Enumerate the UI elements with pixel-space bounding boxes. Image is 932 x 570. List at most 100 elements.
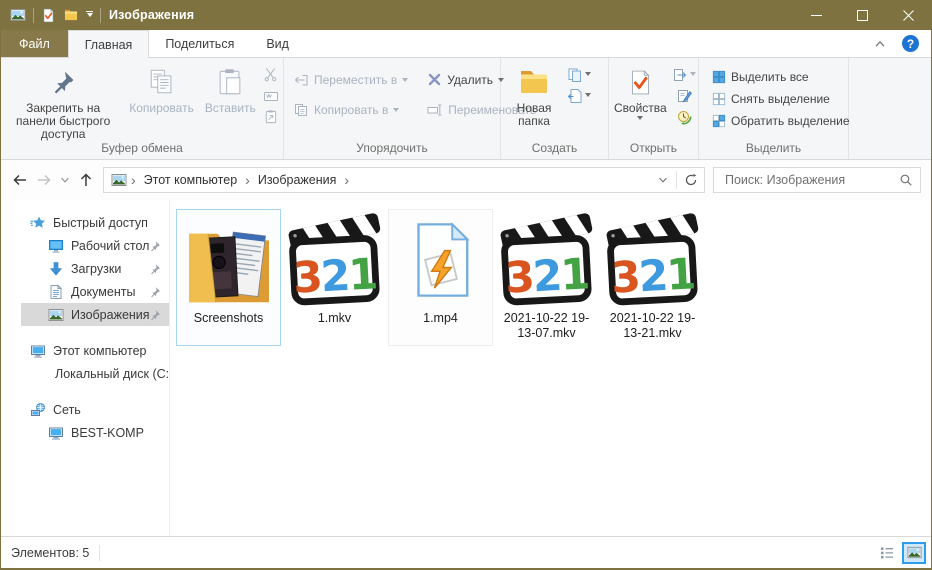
sidebar-item-desktop[interactable]: Рабочий стол bbox=[21, 234, 169, 257]
media-player-classic-icon bbox=[286, 211, 383, 308]
title-bar: Изображения bbox=[1, 0, 931, 30]
view-switcher bbox=[875, 542, 926, 564]
maximize-icon bbox=[857, 10, 868, 21]
maximize-button[interactable] bbox=[839, 0, 885, 30]
new-item-button[interactable] bbox=[565, 66, 593, 83]
breadcrumb-pictures[interactable]: Изображения bbox=[252, 168, 343, 192]
rename-icon bbox=[427, 102, 443, 118]
pictures-icon bbox=[48, 307, 64, 323]
edit-button[interactable] bbox=[670, 87, 698, 104]
refresh-button[interactable] bbox=[677, 168, 704, 192]
ribbon-tools: ? bbox=[873, 30, 931, 57]
chevron-down-icon bbox=[59, 174, 71, 186]
copy-to-button[interactable]: Копировать в bbox=[288, 100, 413, 119]
file-tile-2021-10-22-19-13-21-mkv[interactable]: 2021-10-22 19-13-21.mkv bbox=[600, 209, 705, 346]
divider bbox=[99, 545, 100, 561]
breadcrumb-this-pc[interactable]: Этот компьютер bbox=[138, 168, 243, 192]
search-input[interactable] bbox=[723, 172, 899, 188]
breadcrumb-separator: › bbox=[342, 173, 351, 187]
group-label-organize: Упорядочить bbox=[284, 141, 500, 159]
media-player-classic-icon bbox=[604, 211, 701, 308]
tab-share[interactable]: Поделиться bbox=[149, 30, 250, 57]
qat-new-folder-icon[interactable] bbox=[63, 8, 79, 22]
group-label-select: Выделить bbox=[699, 141, 848, 159]
address-bar[interactable]: › Этот компьютер › Изображения › bbox=[103, 167, 705, 193]
sidebar-item-documents[interactable]: Документы bbox=[21, 280, 169, 303]
sidebar-item-pictures[interactable]: Изображения bbox=[21, 303, 169, 326]
collapse-ribbon-icon[interactable] bbox=[873, 37, 887, 51]
separator bbox=[100, 8, 101, 23]
ribbon-group-new: Новая папка Создать bbox=[501, 58, 609, 159]
new-folder-button[interactable]: Новая папка bbox=[503, 60, 565, 128]
easy-access-button[interactable] bbox=[565, 87, 593, 104]
paste-shortcut-button[interactable] bbox=[261, 108, 281, 125]
pin-icon bbox=[149, 286, 161, 298]
tab-file[interactable]: Файл bbox=[1, 30, 68, 57]
open-folder-icon bbox=[183, 228, 275, 308]
this-pc-icon bbox=[30, 343, 46, 359]
ribbon-empty-space bbox=[849, 58, 931, 159]
sidebar-item-local-disk[interactable]: Локальный диск (C:) bbox=[21, 362, 169, 385]
close-button[interactable] bbox=[885, 0, 931, 30]
tab-view[interactable]: Вид bbox=[250, 30, 305, 57]
delete-x-icon bbox=[427, 72, 442, 87]
copy-button[interactable]: Копировать bbox=[123, 60, 199, 115]
clear-selection-button[interactable]: Снять выделение bbox=[707, 89, 855, 108]
back-arrow-icon bbox=[12, 172, 28, 188]
tab-home[interactable]: Главная bbox=[68, 30, 150, 58]
search-box[interactable] bbox=[713, 167, 921, 193]
scissors-icon bbox=[263, 67, 278, 82]
address-history-dropdown[interactable] bbox=[649, 168, 676, 192]
file-tile-1-mkv[interactable]: 1.mkv bbox=[282, 209, 387, 346]
sidebar-item-best-komp[interactable]: BEST-KOMP bbox=[21, 421, 169, 444]
move-to-button[interactable]: Переместить в bbox=[288, 70, 413, 89]
sidebar-item-network[interactable]: Сеть bbox=[21, 398, 169, 421]
help-icon[interactable]: ? bbox=[902, 35, 919, 52]
pin-icon bbox=[149, 240, 161, 252]
chevron-down-icon bbox=[657, 174, 669, 186]
navigation-pane: Быстрый доступ Рабочий стол Загрузки Док… bbox=[1, 200, 170, 536]
forward-button[interactable] bbox=[32, 167, 56, 193]
details-view-button[interactable] bbox=[875, 542, 899, 564]
thumbnails-view-button[interactable] bbox=[902, 542, 926, 564]
breadcrumb-separator: › bbox=[129, 173, 138, 187]
details-view-icon bbox=[879, 545, 895, 561]
forward-arrow-icon bbox=[36, 172, 52, 188]
invert-selection-button[interactable]: Обратить выделение bbox=[707, 111, 855, 130]
cut-button[interactable] bbox=[261, 66, 281, 83]
qat-properties-icon[interactable] bbox=[41, 8, 56, 23]
easy-access-icon bbox=[567, 88, 583, 104]
explorer-window: Изображения Файл Главная Поделиться Вид … bbox=[0, 0, 932, 570]
pin-to-quick-access-button[interactable]: Закрепить на панели быстрого доступа bbox=[3, 60, 123, 141]
quick-access-star-icon bbox=[30, 215, 46, 231]
open-button[interactable] bbox=[670, 66, 698, 83]
computer-icon bbox=[48, 425, 64, 441]
paste-button[interactable]: Вставить bbox=[200, 60, 261, 115]
back-button[interactable] bbox=[8, 167, 32, 193]
up-button[interactable] bbox=[74, 167, 98, 193]
thumbnails-view-icon bbox=[907, 545, 922, 560]
file-tile-2021-10-22-19-13-07-mkv[interactable]: 2021-10-22 19-13-07.mkv bbox=[494, 209, 599, 346]
select-all-button[interactable]: Выделить все bbox=[707, 67, 855, 86]
documents-icon bbox=[48, 284, 64, 300]
customize-qat-dropdown-icon[interactable] bbox=[86, 11, 93, 20]
up-arrow-icon bbox=[78, 172, 94, 188]
minimize-button[interactable] bbox=[793, 0, 839, 30]
network-icon bbox=[30, 402, 46, 418]
group-label-open: Открыть bbox=[609, 141, 698, 159]
recent-locations-button[interactable] bbox=[56, 167, 74, 193]
sidebar-item-downloads[interactable]: Загрузки bbox=[21, 257, 169, 280]
move-to-icon bbox=[293, 72, 309, 88]
dropdown-caret-icon bbox=[402, 78, 408, 85]
history-button[interactable] bbox=[670, 108, 698, 125]
copy-path-button[interactable] bbox=[261, 87, 281, 104]
properties-icon bbox=[627, 67, 654, 98]
select-all-icon bbox=[712, 70, 726, 84]
sidebar-item-quick-access[interactable]: Быстрый доступ bbox=[21, 211, 169, 234]
sidebar-item-this-pc[interactable]: Этот компьютер bbox=[21, 339, 169, 362]
quick-access-toolbar bbox=[1, 7, 101, 23]
properties-button[interactable]: Свойства bbox=[611, 60, 670, 123]
file-tile-1-mp4[interactable]: 1.mp4 bbox=[388, 209, 493, 346]
clear-selection-icon bbox=[712, 92, 726, 106]
file-tile-screenshots[interactable]: Screenshots bbox=[176, 209, 281, 346]
